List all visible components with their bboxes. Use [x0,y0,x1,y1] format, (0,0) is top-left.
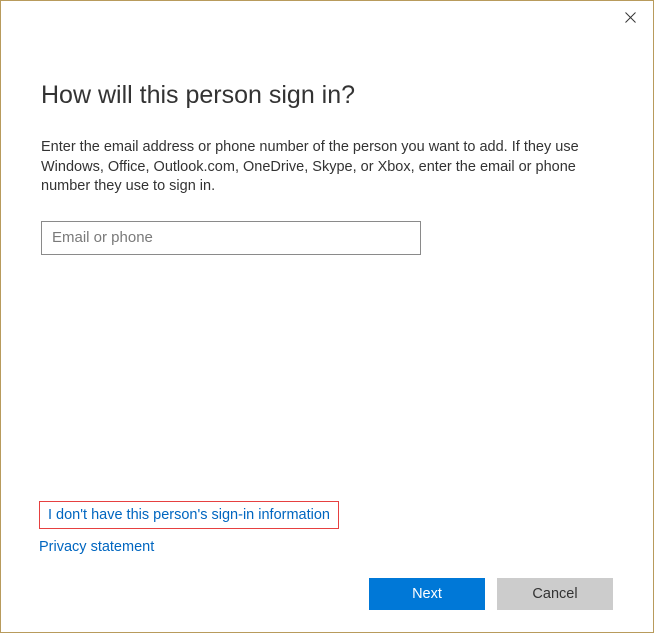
dialog-buttons: Next Cancel [369,578,613,610]
close-button[interactable] [607,1,653,33]
dialog-links: I don't have this person's sign-in infor… [39,501,339,557]
email-or-phone-input[interactable] [41,221,421,255]
dialog-content: How will this person sign in? Enter the … [1,1,653,255]
dialog-heading: How will this person sign in? [41,81,613,110]
close-icon [625,12,636,23]
no-signin-info-highlight: I don't have this person's sign-in infor… [39,501,339,529]
add-user-dialog: How will this person sign in? Enter the … [0,0,654,633]
no-signin-info-link[interactable]: I don't have this person's sign-in infor… [48,507,330,523]
cancel-button[interactable]: Cancel [497,578,613,610]
dialog-body-text: Enter the email address or phone number … [41,138,601,197]
privacy-statement-link[interactable]: Privacy statement [39,537,339,557]
next-button[interactable]: Next [369,578,485,610]
